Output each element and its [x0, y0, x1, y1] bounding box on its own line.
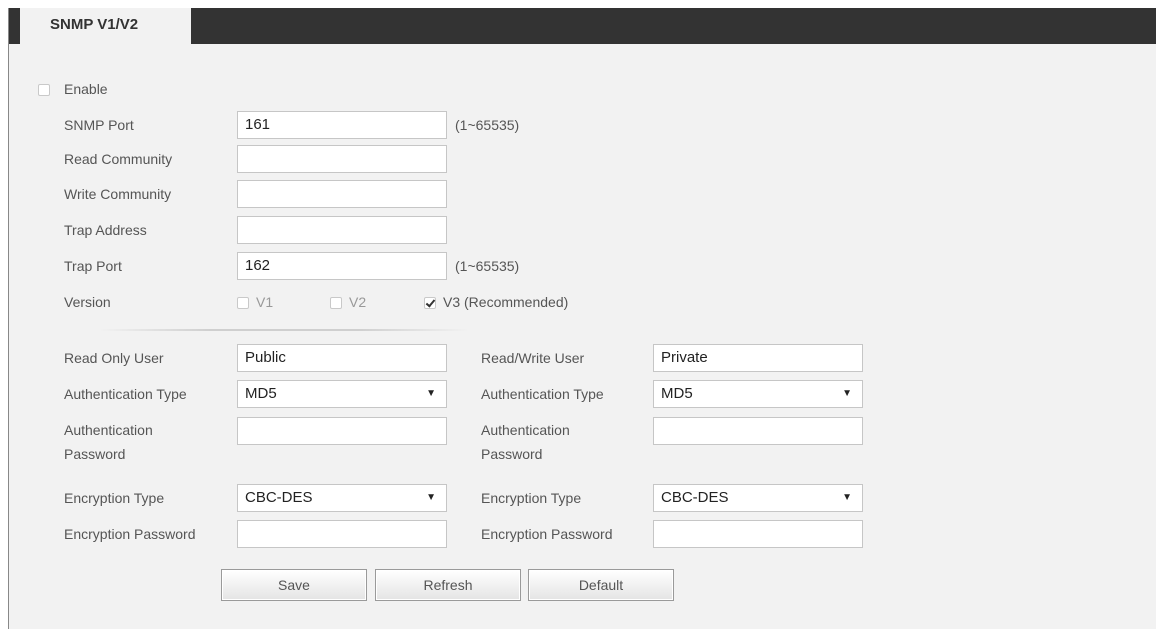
- snmp-port-input[interactable]: 161: [237, 111, 447, 139]
- trap-port-label: Trap Port: [64, 258, 122, 274]
- read-write-user-label: Read/Write User: [481, 350, 585, 366]
- right-auth-password-input[interactable]: [653, 417, 863, 445]
- right-enc-password-label: Encryption Password: [481, 526, 613, 542]
- right-enc-type-select[interactable]: CBC-DES ▼: [653, 484, 863, 512]
- left-auth-type-value: MD5: [245, 385, 277, 402]
- right-enc-password-input[interactable]: [653, 520, 863, 548]
- chevron-down-icon: ▼: [426, 388, 436, 399]
- left-enc-type-value: CBC-DES: [245, 489, 313, 506]
- left-auth-password-input[interactable]: [237, 417, 447, 445]
- trap-port-input[interactable]: 162: [237, 252, 447, 280]
- version-label: Version: [64, 294, 111, 310]
- write-community-input[interactable]: [237, 180, 447, 208]
- version-v3-checkbox[interactable]: [424, 297, 436, 309]
- tab-snmp[interactable]: SNMP V1/V2: [20, 8, 191, 46]
- right-auth-type-select[interactable]: MD5 ▼: [653, 380, 863, 408]
- right-auth-type-value: MD5: [661, 385, 693, 402]
- section-divider: [99, 329, 469, 331]
- snmp-settings-panel: SNMP V1/V2 Enable SNMP Port 161 (1~65535…: [8, 8, 1156, 629]
- read-only-user-input[interactable]: Public: [237, 344, 447, 372]
- trap-port-range: (1~65535): [455, 258, 520, 274]
- read-community-input[interactable]: [237, 145, 447, 173]
- refresh-button[interactable]: Refresh: [375, 569, 521, 601]
- snmp-port-label: SNMP Port: [64, 117, 134, 133]
- chevron-down-icon: ▼: [842, 388, 852, 399]
- right-enc-type-label: Encryption Type: [481, 490, 582, 506]
- chevron-down-icon: ▼: [842, 492, 852, 503]
- left-enc-type-label: Encryption Type: [64, 490, 165, 506]
- right-auth-password-label: Authentication Password: [481, 422, 570, 462]
- left-auth-password-label: Authentication Password: [64, 422, 153, 462]
- right-enc-type-value: CBC-DES: [661, 489, 729, 506]
- write-community-label: Write Community: [64, 186, 172, 202]
- default-button[interactable]: Default: [528, 569, 674, 601]
- snmp-port-range: (1~65535): [455, 117, 520, 133]
- left-enc-password-label: Encryption Password: [64, 526, 196, 542]
- left-enc-password-input[interactable]: [237, 520, 447, 548]
- read-community-label: Read Community: [64, 151, 173, 167]
- version-v1-label: V1: [256, 294, 274, 310]
- read-write-user-input[interactable]: Private: [653, 344, 863, 372]
- version-v2-label: V2: [349, 294, 367, 310]
- enable-label: Enable: [64, 81, 108, 97]
- trap-address-input[interactable]: [237, 216, 447, 244]
- left-auth-type-select[interactable]: MD5 ▼: [237, 380, 447, 408]
- save-button[interactable]: Save: [221, 569, 367, 601]
- left-enc-type-select[interactable]: CBC-DES ▼: [237, 484, 447, 512]
- trap-address-label: Trap Address: [64, 222, 147, 238]
- version-v1-checkbox[interactable]: [237, 297, 249, 309]
- enable-checkbox[interactable]: [38, 84, 50, 96]
- left-auth-type-label: Authentication Type: [64, 386, 187, 402]
- version-v2-checkbox[interactable]: [330, 297, 342, 309]
- right-auth-type-label: Authentication Type: [481, 386, 604, 402]
- chevron-down-icon: ▼: [426, 492, 436, 503]
- version-v3-label: V3 (Recommended): [443, 294, 569, 310]
- read-only-user-label: Read Only User: [64, 350, 164, 366]
